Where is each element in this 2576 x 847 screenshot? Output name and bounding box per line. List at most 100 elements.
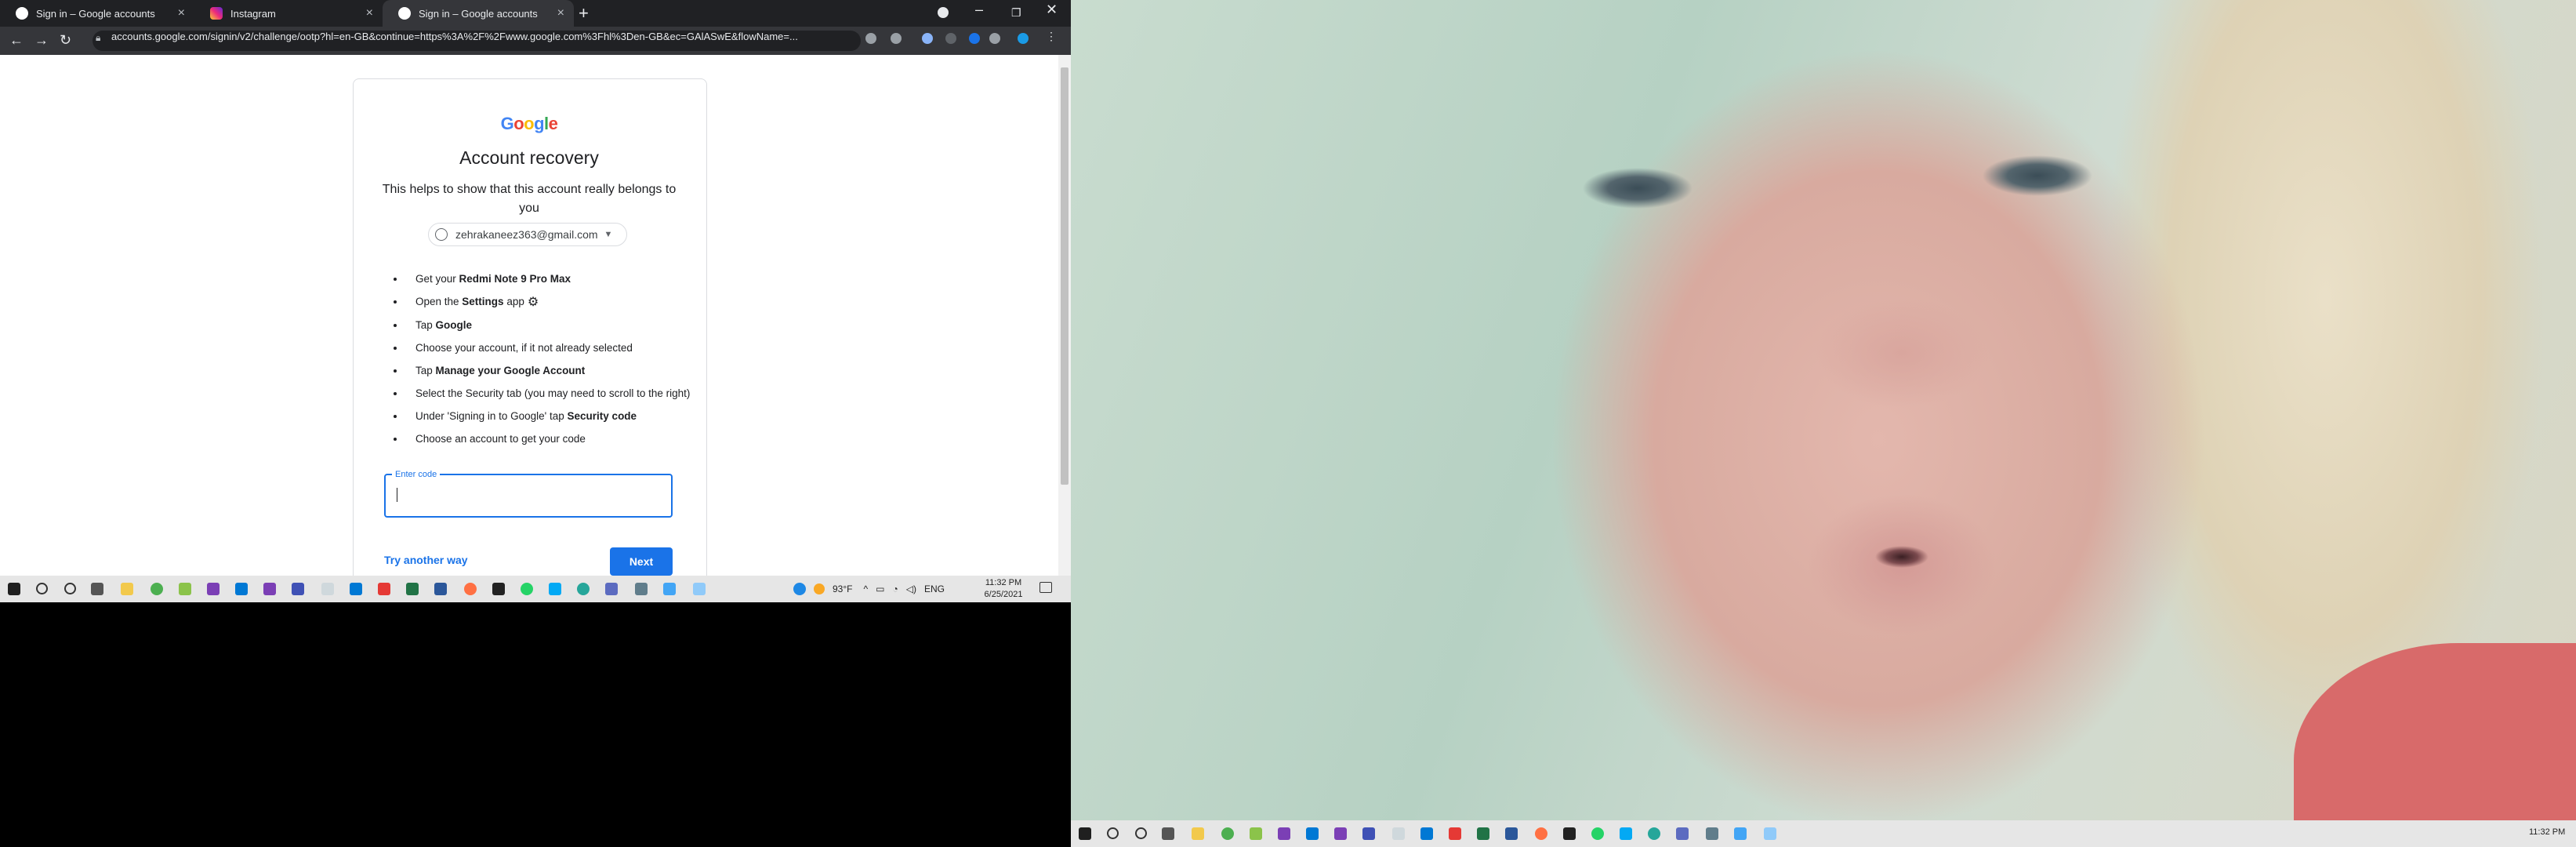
app-icon[interactable] [605, 583, 618, 595]
word-icon[interactable] [434, 583, 447, 595]
extension-icon[interactable] [922, 33, 933, 44]
app-icon[interactable] [549, 583, 561, 595]
excel-icon[interactable] [406, 583, 419, 595]
close-tab-icon[interactable]: × [557, 6, 564, 20]
app-icon[interactable] [292, 583, 304, 595]
app-icon[interactable] [1535, 827, 1547, 840]
extension-icon[interactable] [969, 33, 980, 44]
whatsapp-icon[interactable] [521, 583, 533, 595]
search-icon[interactable] [1107, 827, 1119, 839]
whatsapp-icon[interactable] [1591, 827, 1604, 840]
browser-tab-1[interactable]: Sign in – Google accounts × [0, 0, 194, 27]
volume-icon[interactable]: ◁) [906, 583, 916, 594]
profile-icon[interactable] [938, 7, 949, 18]
step-bold-text: Security code [567, 410, 637, 422]
app-icon[interactable] [693, 583, 706, 595]
app-icon[interactable] [1676, 827, 1689, 840]
step-bold-text: Google [435, 319, 473, 331]
weather-temperature[interactable]: 93°F [833, 583, 852, 594]
app-icon[interactable] [577, 583, 590, 595]
close-window-icon[interactable]: ✕ [1046, 2, 1058, 18]
vscode-icon[interactable] [1306, 827, 1319, 840]
tab-title: Sign in – Google accounts [419, 7, 538, 20]
extensions-puzzle-icon[interactable] [989, 33, 1000, 44]
app-icon[interactable] [663, 583, 676, 595]
browser-tab-2[interactable]: Instagram × [194, 0, 383, 27]
app-icon[interactable] [635, 583, 648, 595]
app-icon[interactable] [1392, 827, 1405, 840]
restore-icon[interactable]: ❐ [1011, 6, 1021, 20]
chrome-icon[interactable] [151, 583, 163, 595]
logo-letter: o [513, 114, 524, 133]
app-icon[interactable] [1563, 827, 1576, 840]
minimize-icon[interactable]: – [975, 2, 983, 18]
step-text: Tap [415, 365, 436, 376]
profile-avatar-icon[interactable] [1018, 33, 1029, 44]
visual-studio-icon[interactable] [1278, 827, 1290, 840]
browser-tab-3-active[interactable]: Sign in – Google accounts × [383, 0, 574, 27]
file-explorer-icon[interactable] [1192, 827, 1204, 840]
close-tab-icon[interactable]: × [178, 6, 185, 20]
weather-sun-icon[interactable] [814, 583, 825, 594]
visual-studio-icon[interactable] [263, 583, 276, 595]
step-bold-text: Manage your Google Account [435, 365, 586, 376]
key-icon[interactable] [865, 33, 876, 44]
windows-start-icon[interactable] [8, 583, 20, 595]
bookmark-star-icon[interactable] [891, 33, 902, 44]
store-icon[interactable] [1420, 827, 1433, 840]
code-input[interactable] [384, 474, 673, 518]
search-icon[interactable] [36, 583, 48, 594]
lock-icon[interactable]: 🔒︎ [96, 32, 100, 44]
vscode-icon[interactable] [235, 583, 248, 595]
logo-letter: e [548, 114, 558, 133]
word-icon[interactable] [1505, 827, 1518, 840]
menu-kebab-icon[interactable]: ⋮ [1046, 30, 1057, 42]
visual-studio-icon[interactable] [207, 583, 220, 595]
account-chip[interactable]: zehrakaneez363@gmail.com ▼ [428, 223, 627, 246]
app-icon[interactable] [1706, 827, 1718, 840]
task-view-icon[interactable] [91, 583, 103, 595]
step-text: app [503, 296, 524, 307]
tab-title: Instagram [230, 7, 276, 20]
app-icon[interactable] [1648, 827, 1660, 840]
app-icon[interactable] [1764, 827, 1776, 840]
step-text: Choose your account, if it not already s… [415, 342, 633, 354]
file-explorer-icon[interactable] [121, 583, 133, 595]
app-icon[interactable] [1250, 827, 1262, 840]
reload-icon[interactable]: ↻ [60, 32, 71, 49]
back-arrow-icon[interactable]: ← [9, 32, 24, 49]
url-text[interactable]: accounts.google.com/signin/v2/challenge/… [111, 31, 798, 42]
network-icon[interactable]: ◔ [892, 583, 898, 594]
try-another-way-link[interactable]: Try another way [384, 554, 468, 566]
battery-icon[interactable]: ▭ [876, 583, 884, 594]
app-icon[interactable] [492, 583, 505, 595]
cortana-icon[interactable] [1135, 827, 1147, 839]
store-icon[interactable] [350, 583, 362, 595]
app-icon[interactable] [1362, 827, 1375, 840]
app-icon[interactable] [1620, 827, 1632, 840]
chrome-icon[interactable] [1221, 827, 1234, 840]
chevron-up-icon[interactable]: ^ [863, 583, 868, 594]
visual-studio-icon[interactable] [1334, 827, 1347, 840]
app-tray-icon[interactable] [793, 583, 806, 595]
forward-arrow-icon[interactable]: → [34, 32, 49, 49]
language-indicator[interactable]: ENG [924, 583, 945, 594]
close-tab-icon[interactable]: × [366, 6, 373, 20]
next-button[interactable]: Next [610, 547, 673, 576]
app-icon[interactable] [1449, 827, 1461, 840]
taskbar-clock[interactable]: 11:32 PM [2529, 827, 2565, 837]
app-icon[interactable] [321, 583, 334, 595]
app-icon[interactable] [378, 583, 390, 595]
scrollbar-thumb[interactable] [1061, 67, 1068, 485]
excel-icon[interactable] [1477, 827, 1489, 840]
taskbar-clock[interactable]: 11:32 PM 6/25/2021 [980, 577, 1027, 601]
windows-start-icon[interactable] [1079, 827, 1091, 840]
new-tab-button[interactable]: + [579, 3, 589, 24]
notification-icon[interactable] [1039, 582, 1052, 593]
app-icon[interactable] [464, 583, 477, 595]
app-icon[interactable] [1734, 827, 1747, 840]
extension-icon[interactable] [945, 33, 956, 44]
app-icon[interactable] [179, 583, 191, 595]
task-view-icon[interactable] [1162, 827, 1174, 840]
cortana-icon[interactable] [64, 583, 76, 594]
